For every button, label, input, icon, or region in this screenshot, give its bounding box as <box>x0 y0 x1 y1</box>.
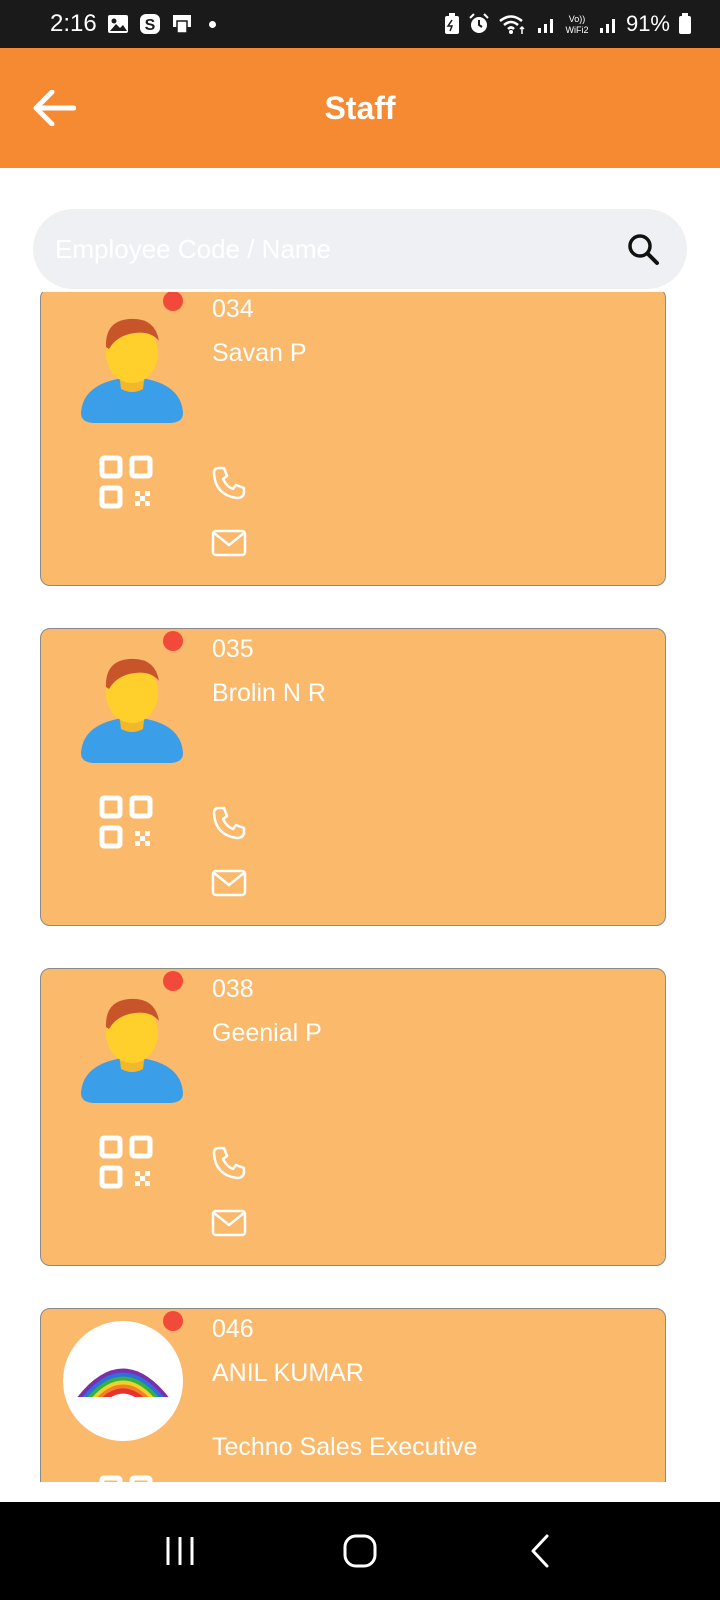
phone-icon[interactable] <box>211 805 247 841</box>
status-bar: 2:16 S Vo)) WiFi2 91% <box>0 0 720 48</box>
staff-card[interactable]: 038 Geenial P <box>40 968 666 1266</box>
gallery-icon <box>107 14 129 34</box>
avatar <box>69 983 195 1109</box>
recents-icon <box>166 1537 194 1565</box>
employee-code: 046 <box>212 1315 254 1343</box>
mail-icon[interactable] <box>211 869 247 897</box>
search-input[interactable] <box>55 233 621 265</box>
back-icon <box>531 1534 549 1568</box>
staff-list[interactable]: 034 Savan P 035 Brolin N R 038 Geenial P… <box>0 292 720 1482</box>
status-time: 2:16 <box>50 10 97 37</box>
avatar <box>69 303 195 429</box>
home-button[interactable] <box>330 1521 390 1581</box>
svg-text:S: S <box>144 17 155 34</box>
status-dot <box>163 292 183 311</box>
svg-text:Vo)): Vo)) <box>569 14 586 24</box>
search-bar[interactable] <box>33 209 687 289</box>
employee-name: ANIL KUMAR <box>212 1359 364 1387</box>
status-dot <box>163 631 183 651</box>
battery-saver-icon <box>444 13 460 35</box>
back-button[interactable] <box>30 86 78 130</box>
nav-back-button[interactable] <box>510 1521 570 1581</box>
avatar <box>63 1321 183 1441</box>
qr-code-icon[interactable] <box>99 795 153 849</box>
battery-percent: 91% <box>625 11 670 36</box>
phone-icon[interactable] <box>211 465 247 501</box>
battery-icon <box>678 13 692 35</box>
staff-card[interactable]: 034 Savan P <box>40 292 666 586</box>
page-title: Staff <box>324 89 396 126</box>
signal-icon <box>536 14 556 34</box>
employee-name: Brolin N R <box>212 679 326 707</box>
qr-code-icon[interactable] <box>99 1135 153 1189</box>
device-icon <box>171 13 195 35</box>
wifi-icon <box>498 13 528 35</box>
mail-icon[interactable] <box>211 1209 247 1237</box>
employee-code: 034 <box>212 295 254 323</box>
employee-code: 038 <box>212 975 254 1003</box>
volte-wifi2-icon: Vo)) WiFi2 <box>564 12 590 36</box>
status-dot <box>163 1311 183 1331</box>
qr-code-icon[interactable] <box>99 1475 153 1482</box>
employee-name: Geenial P <box>212 1019 322 1047</box>
employee-role: Techno Sales Executive <box>212 1433 478 1461</box>
svg-text:WiFi2: WiFi2 <box>565 25 588 35</box>
system-nav-bar <box>0 1502 720 1600</box>
staff-card[interactable]: 035 Brolin N R <box>40 628 666 926</box>
phone-icon[interactable] <box>211 1145 247 1181</box>
qr-code-icon[interactable] <box>99 455 153 509</box>
avatar <box>69 643 195 769</box>
alarm-icon <box>468 13 490 35</box>
home-icon <box>343 1534 377 1568</box>
app-bar: Staff <box>0 48 720 168</box>
status-dot <box>163 971 183 991</box>
mail-icon[interactable] <box>211 529 247 557</box>
skype-icon: S <box>139 13 161 35</box>
signal-icon <box>598 14 618 34</box>
staff-card[interactable]: 046 ANIL KUMAR Techno Sales Executive <box>40 1308 666 1482</box>
employee-code: 035 <box>212 635 254 663</box>
employee-name: Savan P <box>212 339 307 367</box>
notification-dot-icon <box>208 20 216 28</box>
recents-button[interactable] <box>150 1521 210 1581</box>
search-icon[interactable] <box>621 227 665 271</box>
arrow-left-icon <box>33 90 76 126</box>
